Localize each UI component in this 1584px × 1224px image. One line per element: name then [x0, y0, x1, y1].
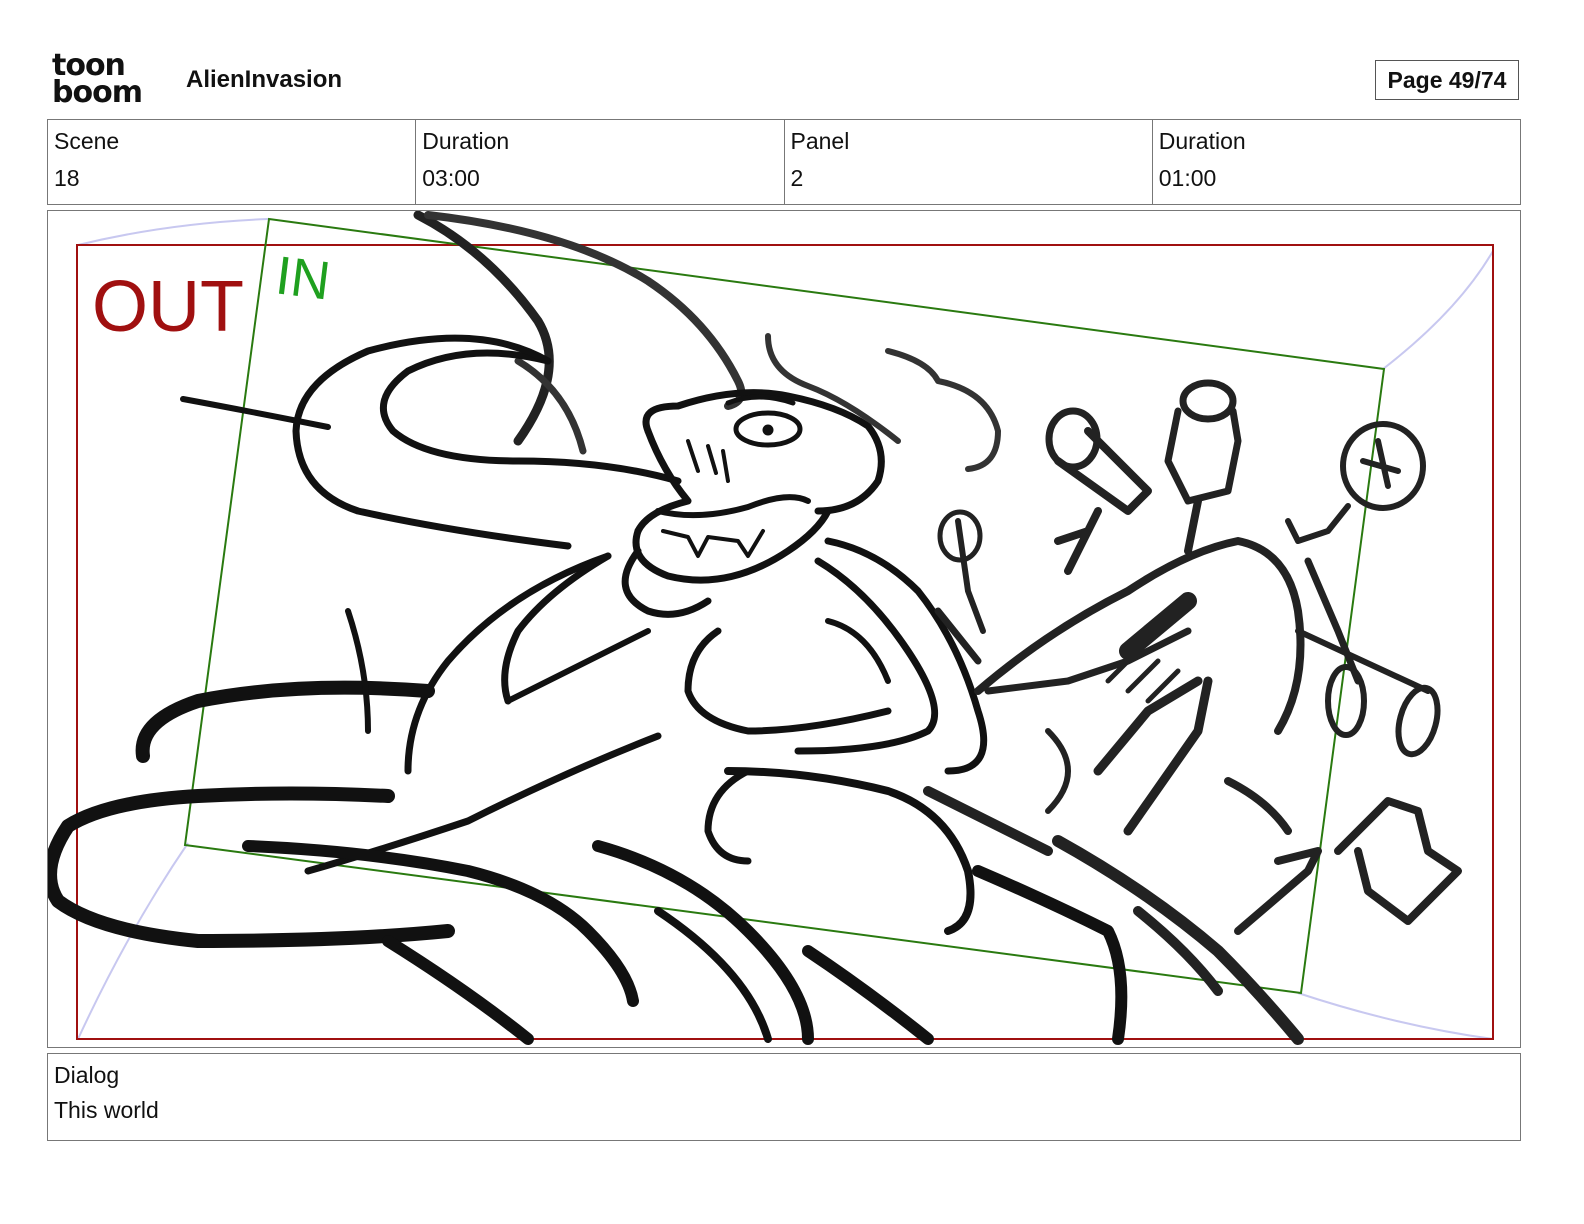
panel-duration-value: 01:00: [1158, 165, 1217, 191]
lens-arc-top-left: [77, 218, 269, 246]
scene-duration-label: Duration: [422, 128, 510, 154]
dialog-section: Dialog This world: [47, 1053, 1521, 1141]
scene-cell: Scene 18: [48, 120, 417, 204]
storyboard-panel: OUT IN: [47, 210, 1521, 1048]
out-frame: [76, 244, 1494, 1040]
lens-arc-top-right: [1382, 250, 1494, 370]
panel-label: Panel: [790, 128, 850, 154]
lens-arc-bottom-right: [1297, 992, 1494, 1040]
panel-duration-cell: Duration 01:00: [1153, 120, 1520, 204]
out-label: OUT: [92, 267, 244, 347]
panel-drawing: OUT IN: [48, 211, 1494, 1045]
creature-sketch: [48, 211, 1462, 1045]
project-title: AlienInvasion: [186, 66, 343, 93]
panel-value: 2: [790, 165, 804, 191]
panel-info-table: Scene 18 Duration 03:00 Panel 2 Duration…: [47, 119, 1521, 205]
in-label: IN: [273, 245, 334, 311]
in-frame: [183, 217, 1386, 995]
panel-cell: Panel 2: [785, 120, 1153, 204]
panel-duration-label: Duration: [1158, 128, 1246, 154]
scene-value: 18: [54, 165, 80, 191]
dialog-label: Dialog: [54, 1062, 120, 1088]
scene-duration-value: 03:00: [422, 165, 480, 191]
scene-label: Scene: [54, 128, 120, 154]
logo-line-2: boom: [52, 75, 143, 110]
dialog-text: This world: [54, 1097, 159, 1123]
toonboom-logo: toon boom: [52, 51, 164, 112]
scene-duration-cell: Duration 03:00: [416, 120, 785, 204]
page-number: Page 49/74: [1375, 60, 1519, 100]
